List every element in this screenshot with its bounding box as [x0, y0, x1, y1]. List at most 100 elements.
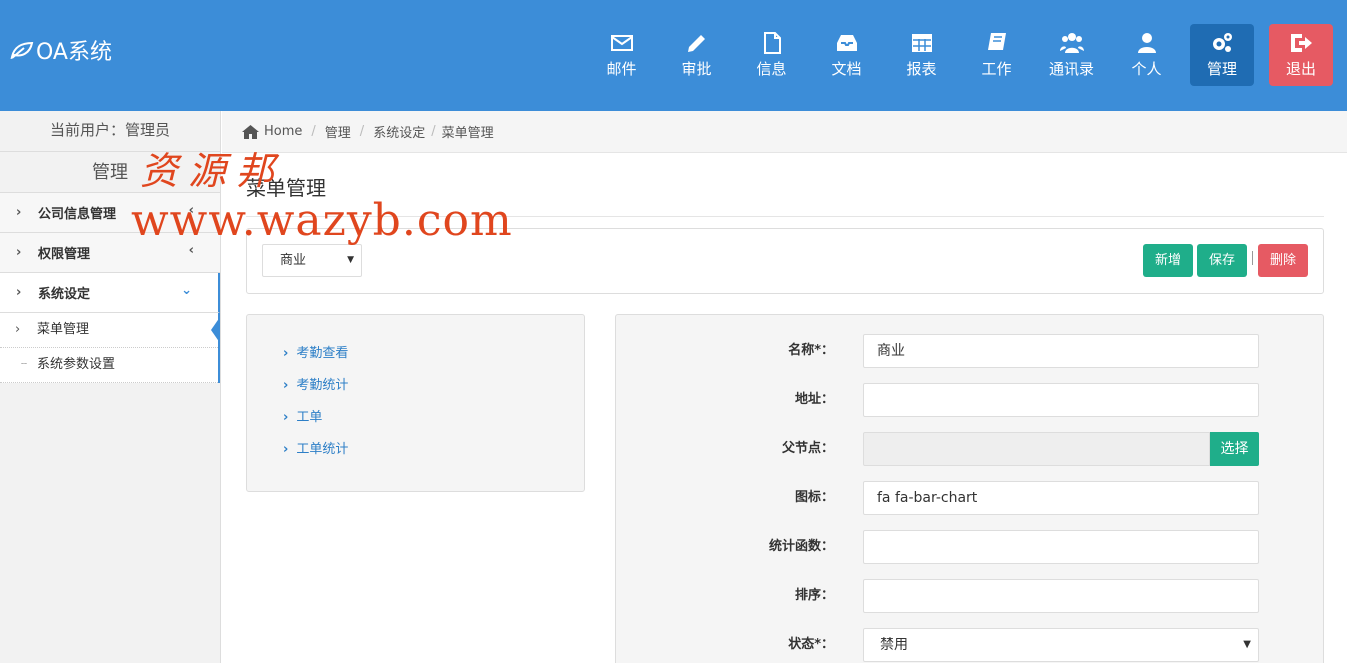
app-title: OA系统	[36, 40, 112, 65]
chevron-down-icon: ⌄	[181, 283, 192, 298]
breadcrumb-separator: /	[359, 124, 365, 139]
breadcrumb-item[interactable]: 系统设定	[373, 122, 425, 141]
nav-label: 审批	[681, 60, 712, 78]
category-select[interactable]: 商业 ▼	[262, 244, 362, 277]
nav-info[interactable]: 信息	[734, 24, 809, 86]
nav-label: 通讯录	[1048, 60, 1094, 78]
inbox-icon	[836, 35, 857, 51]
sidebar-group-label: 系统设定	[38, 287, 91, 302]
sidebar-item-system-params[interactable]: ┄ 系统参数设置	[0, 348, 218, 383]
user-icon	[1137, 33, 1156, 53]
order-label: 排序：	[794, 588, 834, 603]
form-row-function: 统计函数：	[616, 530, 1325, 564]
status-value: 禁用	[880, 637, 908, 653]
sidebar-group-label: 权限管理	[38, 247, 91, 262]
add-button[interactable]: 新增	[1143, 244, 1193, 277]
form-row-icon: 图标： fa fa-bar-chart	[616, 481, 1325, 515]
form-row-status: 状态*： 禁用 ▼	[616, 628, 1325, 662]
tree-connector: ┄	[21, 359, 28, 370]
home-icon	[242, 124, 259, 139]
name-field[interactable]: 商业	[863, 334, 1259, 368]
breadcrumb: Home / 管理 / 系统设定 / 菜单管理	[222, 111, 1347, 153]
nav-label: 报表	[906, 60, 937, 78]
function-label: 统计函数：	[768, 539, 834, 554]
tree-item[interactable]: › 工单	[283, 406, 322, 425]
nav-label: 信息	[756, 60, 787, 78]
breadcrumb-separator: /	[311, 124, 316, 139]
chevron-right-icon: ›	[16, 245, 22, 260]
breadcrumb-item: 菜单管理	[441, 126, 494, 141]
tree-item-label: 工单统计	[296, 442, 349, 457]
book-icon	[987, 33, 1006, 50]
users-icon	[1059, 33, 1084, 53]
tree-item-label: 工单	[296, 410, 323, 425]
top-navbar: OA系统 邮件 审批 信息 文档 报表 工作 通讯录 个人 管理 退出	[0, 0, 1347, 111]
status-label: 状态*：	[788, 637, 834, 652]
chevron-right-icon: ›	[16, 205, 22, 220]
sign-out-icon	[1291, 34, 1312, 52]
breadcrumb-home[interactable]: Home	[264, 124, 302, 139]
tree-item[interactable]: › 考勤统计	[283, 374, 348, 393]
chevron-right-icon: ›	[15, 322, 21, 337]
chevron-right-icon: ›	[283, 410, 289, 425]
delete-button[interactable]: 删除	[1258, 244, 1308, 277]
parent-label: 父节点：	[781, 441, 834, 456]
form-row-order: 排序：	[616, 579, 1325, 613]
save-button[interactable]: 保存	[1197, 244, 1247, 277]
sidebar-item-label: 菜单管理	[37, 322, 90, 337]
app-logo[interactable]: OA系统	[10, 34, 112, 66]
nav-personal[interactable]: 个人	[1109, 24, 1184, 86]
caret-down-icon: ▼	[347, 255, 354, 265]
order-field[interactable]	[863, 579, 1259, 613]
nav-label: 邮件	[606, 60, 637, 78]
caret-down-icon: ▼	[1243, 639, 1251, 650]
tree-item-label: 考勤统计	[296, 378, 349, 393]
nav-label: 文档	[831, 60, 862, 78]
sidebar-item-menu-management[interactable]: › 菜单管理	[0, 313, 220, 348]
tree-item-label: 考勤查看	[296, 346, 349, 361]
nav-label: 退出	[1285, 60, 1316, 78]
form-row-parent: 父节点： 选择	[616, 432, 1325, 466]
name-label: 名称*：	[788, 343, 834, 358]
nav-docs[interactable]: 文档	[809, 24, 884, 86]
table-icon	[911, 34, 932, 52]
leaf-icon	[10, 41, 34, 59]
sidebar-submenu: › 菜单管理 ┄ 系统参数设置	[0, 313, 220, 383]
sidebar-group-system-settings[interactable]: › 系统设定 ⌄	[0, 273, 220, 313]
chevron-right-icon: ›	[283, 378, 289, 393]
url-field[interactable]	[863, 383, 1259, 417]
main-nav: 邮件 审批 信息 文档 报表 工作 通讯录 个人 管理 退出	[584, 24, 1333, 86]
gears-icon	[1213, 33, 1232, 52]
breadcrumb-separator: /	[431, 124, 436, 139]
sidebar-group-label: 公司信息管理	[38, 207, 117, 222]
nav-mail[interactable]: 邮件	[584, 24, 659, 86]
watermark-title: 资源邦	[140, 149, 285, 193]
chevron-right-icon: ›	[16, 285, 22, 300]
status-select[interactable]: 禁用 ▼	[863, 628, 1259, 662]
form-row-url: 地址：	[616, 383, 1325, 417]
chevron-right-icon: ›	[283, 442, 289, 457]
tree-item[interactable]: › 考勤查看	[283, 342, 348, 361]
menu-edit-form: 名称*： 商业 地址： 父节点： 选择 图标： fa fa-bar-chart …	[615, 314, 1324, 663]
nav-approval[interactable]: 审批	[659, 24, 734, 86]
chevron-right-icon: ›	[283, 346, 289, 361]
nav-contacts[interactable]: 通讯录	[1034, 24, 1109, 86]
select-value: 商业	[280, 253, 307, 268]
icon-label: 图标：	[794, 490, 834, 505]
nav-admin[interactable]: 管理	[1190, 24, 1254, 86]
nav-label: 管理	[1206, 60, 1237, 78]
nav-logout[interactable]: 退出	[1269, 24, 1333, 86]
envelope-icon	[610, 35, 633, 51]
menu-tree: › 考勤查看 › 考勤统计 › 工单 › 工单统计	[246, 314, 585, 492]
nav-reports[interactable]: 报表	[884, 24, 959, 86]
parent-field	[863, 432, 1210, 466]
file-icon	[763, 32, 781, 54]
tree-item[interactable]: › 工单统计	[283, 438, 348, 457]
function-field[interactable]	[863, 530, 1259, 564]
choose-parent-button[interactable]: 选择	[1210, 432, 1259, 466]
form-row-name: 名称*： 商业	[616, 334, 1325, 368]
icon-field[interactable]: fa fa-bar-chart	[863, 481, 1259, 515]
nav-work[interactable]: 工作	[959, 24, 1034, 86]
nav-label: 个人	[1131, 60, 1162, 78]
breadcrumb-item[interactable]: 管理	[325, 122, 351, 141]
